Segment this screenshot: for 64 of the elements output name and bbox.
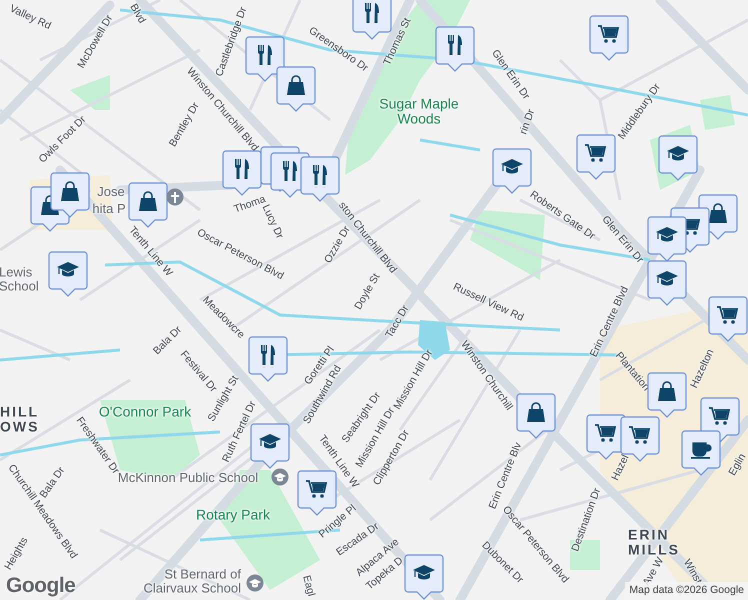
- shopping-bag-icon: [709, 203, 727, 223]
- graduation-cap-icon: [259, 434, 281, 448]
- shopping-bag-icon: [139, 191, 157, 211]
- shopping-cart-icon: [717, 306, 738, 324]
- park-area: [70, 75, 110, 110]
- fork-knife-icon: [313, 165, 327, 185]
- map-marker[interactable]: [48, 251, 88, 297]
- shopping-bag-icon: [658, 381, 676, 401]
- shopping-bag-icon: [527, 402, 545, 422]
- shopping-cart-icon: [306, 480, 328, 498]
- graduation-cap-icon: [57, 262, 79, 276]
- graduation-cap-icon: [501, 159, 523, 174]
- fork-knife-icon: [258, 45, 272, 65]
- map-marker[interactable]: [576, 134, 616, 180]
- fork-knife-icon: [365, 3, 379, 23]
- place-label: McKinnon Public School: [118, 470, 258, 486]
- map-marker[interactable]: [435, 26, 475, 72]
- fork-knife-icon: [283, 161, 297, 181]
- map-marker[interactable]: [250, 423, 290, 469]
- cross-icon[interactable]: [166, 188, 184, 206]
- graduation-cap-icon: [667, 146, 689, 160]
- shopping-bag-icon: [287, 75, 305, 95]
- street-label: Eagl: [300, 574, 316, 598]
- park-label: O'Connor Park: [98, 404, 192, 420]
- map-marker[interactable]: [245, 36, 285, 82]
- map-marker[interactable]: [516, 393, 556, 439]
- park-label: Rotary Park: [196, 507, 270, 523]
- fork-knife-icon: [261, 345, 275, 365]
- map-marker[interactable]: [647, 260, 687, 306]
- shopping-cart-icon: [595, 424, 616, 442]
- pond: [418, 320, 450, 360]
- place-label: hita P: [92, 202, 126, 216]
- map-marker[interactable]: [276, 66, 316, 112]
- map-marker[interactable]: [297, 470, 337, 516]
- district-label: HILL OWS: [0, 404, 40, 436]
- coffee-cup-icon: [691, 442, 712, 459]
- graduation-cap-icon: [656, 271, 678, 286]
- graduation-cap-icon: [413, 565, 435, 580]
- shopping-bag-icon: [61, 181, 79, 201]
- shopping-cart-icon: [598, 25, 620, 43]
- map-marker[interactable]: [248, 336, 288, 382]
- district-label: ERIN MILLS: [628, 528, 681, 558]
- map-marker[interactable]: [589, 15, 629, 61]
- place-label: St Bernard of Clairvaux School: [142, 568, 241, 596]
- street-label: rin Dr: [518, 108, 538, 136]
- street-label: Hazel: [610, 453, 632, 483]
- fork-knife-icon: [448, 35, 462, 55]
- park-area: [700, 95, 735, 130]
- map-marker[interactable]: [492, 148, 532, 194]
- shopping-cart-icon: [585, 144, 606, 162]
- graduation-cap-icon[interactable]: [246, 574, 264, 592]
- shopping-cart-icon: [709, 407, 730, 425]
- map-marker[interactable]: [658, 135, 698, 181]
- map-marker[interactable]: [404, 554, 444, 600]
- place-label: Jose: [97, 184, 125, 200]
- graduation-cap-icon: [656, 227, 678, 242]
- shopping-cart-icon: [629, 426, 650, 444]
- map-marker[interactable]: [222, 150, 262, 196]
- fork-knife-icon: [235, 159, 249, 179]
- map-logo: Google: [6, 575, 76, 596]
- map-marker[interactable]: [647, 216, 687, 262]
- park-label: Sugar Maple Woods: [378, 96, 460, 128]
- graduation-cap-icon[interactable]: [271, 468, 289, 486]
- map-marker[interactable]: [300, 156, 340, 202]
